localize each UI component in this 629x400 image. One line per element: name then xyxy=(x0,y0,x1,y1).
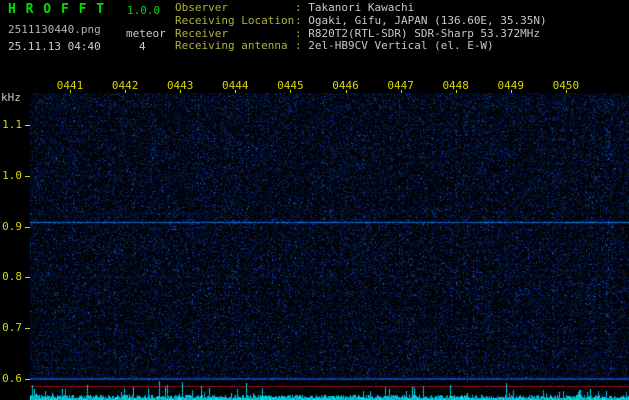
info-colon: : xyxy=(295,1,309,14)
mode-label: meteor xyxy=(126,27,166,40)
app-version: 1.0.0 xyxy=(127,4,161,17)
info-value: Ogaki, Gifu, JAPAN (136.60E, 35.35N) xyxy=(308,13,547,27)
info-row: Receiving antenna: 2el-HB9CV Vertical (e… xyxy=(175,39,547,53)
info-colon: : xyxy=(295,39,309,53)
info-colon: : xyxy=(295,26,309,40)
info-label: Receiving antenna xyxy=(175,39,288,53)
info-panel: Observer: Takanori Kawachi Receiving Loca… xyxy=(175,1,547,53)
freq-tick-label: 0.7 xyxy=(2,321,22,335)
freq-axis: 1.1 1.0 0.9 0.8 0.7 0.6 xyxy=(0,0,30,400)
spectrogram-canvas xyxy=(30,93,629,400)
freq-tick-label: 1.0 xyxy=(2,168,22,182)
info-colon: : xyxy=(295,13,309,27)
time-axis: 0441 0442 0443 0444 0445 0446 0447 0448 0449 0450 xyxy=(0,79,629,93)
echo-count: 4 xyxy=(139,40,146,53)
freq-tick-label: 0.8 xyxy=(2,270,22,284)
info-value: 2el-HB9CV Vertical (el. E-W) xyxy=(308,39,494,53)
info-value: Takanori Kawachi xyxy=(308,1,415,14)
info-value: R820T2(RTL-SDR) SDR-Sharp 53.372MHz xyxy=(308,26,541,40)
freq-tick-label: 1.1 xyxy=(2,118,22,131)
info-label: Observer xyxy=(175,1,228,14)
info-label: Receiving Location xyxy=(175,13,295,27)
freq-tick-label: 0.9 xyxy=(2,219,22,233)
freq-tick-label: 0.6 xyxy=(2,372,22,385)
